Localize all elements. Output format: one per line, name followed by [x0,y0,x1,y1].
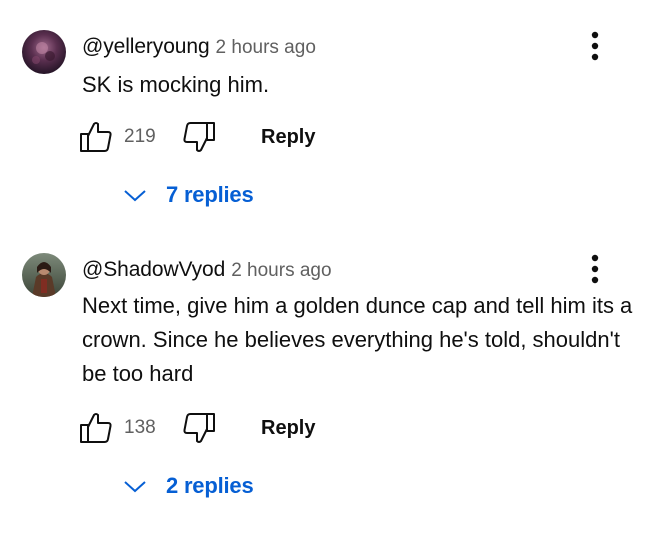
comment-menu-button[interactable] [580,251,610,287]
dislike-button[interactable] [181,408,221,448]
more-vert-icon [591,31,599,61]
thumbs-up-icon [80,413,112,443]
comment-header: @ShadowVyod 2 hours ago [82,257,332,283]
like-count: 138 [124,417,156,438]
replies-count-label[interactable]: 2 replies [166,473,254,499]
comment-text: Next time, give him a golden dunce cap a… [82,293,633,386]
dislike-button[interactable] [181,117,221,157]
comment-author[interactable]: @yelleryoung [82,35,210,58]
replies-count-label[interactable]: 7 replies [166,182,254,208]
thumbs-down-icon [183,413,215,443]
chevron-down-icon [124,190,146,202]
comment-timestamp[interactable]: 2 hours ago [231,260,331,281]
thumbs-up-icon [80,122,112,152]
like-button[interactable] [78,408,118,448]
avatar[interactable] [22,30,66,74]
view-replies-button[interactable]: 2 replies [122,466,254,506]
comment-actions: 219 Reply [78,117,378,157]
avatar[interactable] [22,253,66,297]
view-replies-button[interactable]: 7 replies [122,175,254,215]
comment-text: SK is mocking him. [82,72,270,97]
comment-thread: @yelleryoung 2 hours ago SK is mocking hi… [0,0,660,230]
comment-header: @yelleryoung 2 hours ago [82,34,316,60]
comment-author[interactable]: @ShadowVyod [82,258,225,281]
comment-menu-button[interactable] [580,28,610,64]
more-vert-icon [591,254,599,284]
comment-thread: @ShadowVyod 2 hours ago Next time, give h… [0,230,660,533]
like-button[interactable] [78,117,118,157]
reply-button[interactable]: Reply [261,414,315,442]
thumbs-down-icon [183,122,215,152]
chevron-down-icon [124,481,146,493]
comment-actions: 138 Reply [78,408,378,448]
reply-button[interactable]: Reply [261,123,315,151]
comment-timestamp[interactable]: 2 hours ago [216,37,316,58]
like-count: 219 [124,126,156,147]
